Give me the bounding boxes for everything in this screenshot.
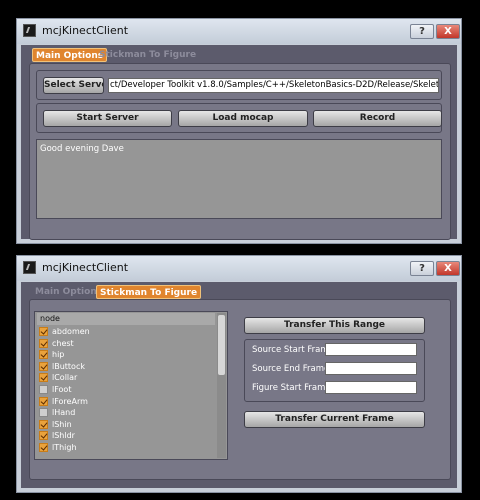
tab-main-options[interactable]: Main Options (32, 285, 105, 299)
list-item-label: lHand (52, 408, 76, 418)
window-title: mcjKinectClient (42, 261, 129, 274)
node-list[interactable]: node abdomen chest hip lButtock lCollar lFoot… (34, 311, 228, 460)
close-button[interactable]: X (436, 261, 460, 276)
window-client: Main Options Stickman To Figure Select S… (21, 45, 457, 240)
server-panel: Select Server ct/Developer Toolkit v1.8.… (36, 70, 442, 100)
list-item-label: lCollar (52, 373, 78, 383)
list-item[interactable]: lFoot (37, 384, 215, 396)
list-item-label: abdomen (52, 327, 90, 336)
list-item-label: chest (52, 338, 74, 348)
close-button[interactable]: X (436, 24, 460, 39)
log-output: Good evening Dave (36, 139, 442, 219)
stickman-panel: node abdomen chest hip lButtock lCollar lFoot… (29, 299, 451, 480)
help-button[interactable]: ? (410, 24, 434, 39)
scrollbar[interactable] (217, 313, 226, 458)
list-item[interactable]: hip (37, 349, 215, 361)
window-client: Main Options Stickman To Figure node abd… (21, 282, 457, 488)
main-options-window: mcjKinectClient ? X Main Options Stickma… (16, 18, 462, 244)
list-item-label: lFoot (52, 385, 72, 394)
list-item[interactable]: abdomen (37, 326, 215, 338)
checkbox-checked[interactable] (39, 431, 48, 441)
list-item[interactable]: lThigh (37, 442, 215, 454)
checkbox-checked[interactable] (39, 361, 48, 371)
app-icon (23, 24, 36, 37)
list-item[interactable]: chest (37, 338, 215, 350)
checkbox-unchecked[interactable] (39, 408, 48, 418)
list-header: node (37, 313, 215, 325)
list-item-label: hip (52, 350, 65, 360)
tab-stickman-to-figure[interactable]: Stickman To Figure (96, 48, 199, 62)
list-item-label: lShin (52, 419, 72, 429)
list-item[interactable]: lShin (37, 419, 215, 431)
title-bar[interactable]: mcjKinectClient ? X (17, 19, 461, 44)
list-item-label: lThigh (52, 443, 77, 452)
list-item[interactable]: lForeArm (37, 396, 215, 408)
list-item[interactable]: lCollar (37, 372, 215, 384)
action-panel: Start Server Load mocap Record (36, 103, 442, 133)
checkbox-checked[interactable] (39, 338, 48, 348)
record-button[interactable]: Record (313, 110, 442, 127)
transfer-current-frame-button[interactable]: Transfer Current Frame (244, 411, 425, 428)
main-options-panel: Select Server ct/Developer Toolkit v1.8.… (29, 63, 451, 240)
checkbox-checked[interactable] (39, 443, 48, 452)
checkbox-checked[interactable] (39, 350, 48, 360)
list-item-label: lShldr (52, 431, 75, 441)
list-item-label: lForeArm (52, 396, 88, 406)
list-item[interactable]: lShldr (37, 430, 215, 442)
figure-start-field[interactable] (325, 381, 417, 394)
checkbox-checked[interactable] (39, 327, 48, 336)
stickman-window: mcjKinectClient ? X Main Options Stickma… (16, 255, 462, 493)
checkbox-checked[interactable] (39, 419, 48, 429)
source-end-field[interactable] (325, 362, 417, 375)
scrollbar-thumb[interactable] (218, 315, 225, 375)
list-item-label: lButtock (52, 361, 85, 371)
source-start-field[interactable] (325, 343, 417, 356)
checkbox-checked[interactable] (39, 396, 48, 406)
tab-stickman-to-figure[interactable]: Stickman To Figure (96, 285, 202, 299)
transfer-range-button[interactable]: Transfer This Range (244, 317, 425, 334)
frame-range-panel: Source Start Frame Source End Frame Figu… (244, 339, 425, 402)
checkbox-checked[interactable] (39, 373, 48, 383)
source-end-label: Source End Frame (252, 364, 330, 374)
title-bar[interactable]: mcjKinectClient ? X (17, 256, 461, 281)
figure-start-label: Figure Start Frame (252, 383, 331, 393)
window-title: mcjKinectClient (42, 24, 129, 37)
checkbox-unchecked[interactable] (39, 385, 48, 394)
app-icon (23, 261, 36, 274)
load-mocap-button[interactable]: Load mocap (178, 110, 308, 127)
select-server-button[interactable]: Select Server (43, 77, 104, 94)
list-item[interactable]: lHand (37, 407, 215, 419)
source-start-label: Source Start Frame (252, 345, 334, 355)
start-server-button[interactable]: Start Server (43, 110, 172, 127)
help-button[interactable]: ? (410, 261, 434, 276)
list-item[interactable]: lButtock (37, 361, 215, 373)
server-path-field[interactable]: ct/Developer Toolkit v1.8.0/Samples/C++/… (108, 78, 439, 93)
